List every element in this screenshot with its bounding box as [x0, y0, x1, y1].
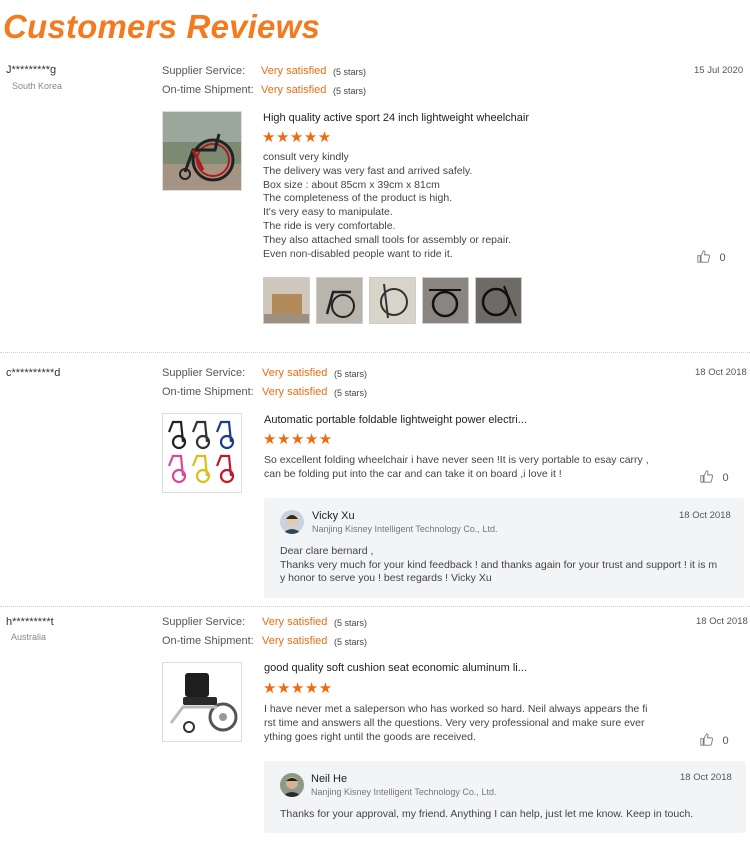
- reply-line: Thanks for your approval, my friend. Any…: [280, 808, 694, 820]
- reply-text: Dear clare bernard , Thanks very much fo…: [280, 545, 717, 586]
- rating-stars: ★★★★★: [263, 680, 333, 697]
- review-line: It's very easy to manipulate.: [263, 206, 393, 219]
- shipment-stars: (5 stars): [334, 637, 368, 647]
- shipment-value: Very satisfied: [261, 84, 327, 96]
- review-photo[interactable]: [263, 277, 310, 324]
- supplier-reply: Neil He Nanjing Kisney Intelligent Techn…: [264, 761, 746, 833]
- review-photo[interactable]: [369, 277, 416, 324]
- product-thumbnail[interactable]: [162, 662, 242, 742]
- supplier-service-stars: (5 stars): [334, 618, 368, 628]
- review-line: consult very kindly: [263, 151, 349, 163]
- product-title[interactable]: High quality active sport 24 inch lightw…: [263, 112, 529, 124]
- review-line: I have never met a saleperson who has wo…: [264, 703, 648, 715]
- shipment-label: On-time Shipment:: [162, 635, 254, 647]
- review-text: So excellent folding wheelchair i have n…: [264, 454, 649, 482]
- shipment-label: On-time Shipment:: [162, 386, 254, 398]
- page-title: Customers Reviews: [3, 8, 321, 45]
- reply-company: Nanjing Kisney Intelligent Technology Co…: [311, 787, 497, 797]
- rating-stars: ★★★★★: [262, 129, 332, 146]
- review-line: So excellent folding wheelchair i have n…: [264, 454, 649, 466]
- supplier-service-label: Supplier Service:: [162, 65, 246, 77]
- supplier-service-value: Very satisfied: [261, 65, 327, 77]
- shipment-value: Very satisfied: [262, 635, 328, 647]
- supplier-service-label: Supplier Service:: [162, 367, 246, 379]
- supplier-reply: Vicky Xu Nanjing Kisney Intelligent Tech…: [264, 498, 744, 598]
- reply-company: Nanjing Kisney Intelligent Technology Co…: [312, 524, 498, 534]
- reply-date: 18 Oct 2018: [680, 772, 732, 783]
- review-line: can be folding put into the car and can …: [264, 467, 562, 480]
- review-text: consult very kindly The delivery was ver…: [263, 151, 511, 261]
- review-photo[interactable]: [475, 277, 522, 324]
- reply-date: 18 Oct 2018: [679, 510, 731, 521]
- thumbs-up-icon: [697, 250, 710, 263]
- reply-line: y honor to serve you ! best regards ! Vi…: [280, 572, 492, 585]
- review-photo[interactable]: [316, 277, 363, 324]
- reply-line: Thanks very much for your kind feedback …: [280, 558, 718, 571]
- divider: [0, 352, 750, 353]
- like-button[interactable]: 0: [700, 468, 729, 486]
- like-button[interactable]: 0: [697, 248, 726, 266]
- reply-text: Thanks for your approval, my friend. Any…: [280, 808, 693, 822]
- reply-line: Dear clare bernard ,: [280, 545, 374, 557]
- review-line: ything goes right until the goods are re…: [264, 730, 476, 743]
- review-line: They also attached small tools for assem…: [263, 233, 512, 246]
- review-date: 18 Oct 2018: [696, 616, 748, 627]
- like-count: 0: [722, 735, 729, 747]
- reply-author: Vicky Xu: [312, 510, 355, 522]
- review-line: Box size : about 85cm x 39cm x 81cm: [263, 178, 440, 191]
- like-count: 0: [719, 252, 726, 264]
- shipment-value: Very satisfied: [262, 386, 328, 398]
- review-line: The ride is very comfortable.: [263, 219, 396, 232]
- review-line: The delivery was very fast and arrived s…: [263, 164, 473, 177]
- shipment-stars: (5 stars): [334, 388, 368, 398]
- supplier-service-stars: (5 stars): [334, 369, 368, 379]
- product-title[interactable]: good quality soft cushion seat economic …: [264, 662, 527, 674]
- product-thumbnail[interactable]: [162, 413, 242, 493]
- review-date: 15 Jul 2020: [694, 65, 744, 76]
- like-button[interactable]: 0: [700, 731, 729, 749]
- reviewer-name: h*********t: [6, 616, 54, 628]
- thumbs-up-icon: [700, 733, 713, 746]
- divider: [0, 606, 750, 607]
- supplier-service-label: Supplier Service:: [162, 616, 246, 628]
- review-photo[interactable]: [422, 277, 469, 324]
- review-line: rst time and answers all the questions. …: [264, 716, 645, 729]
- shipment-stars: (5 stars): [333, 86, 367, 96]
- review-text: I have never met a saleperson who has wo…: [264, 703, 647, 744]
- review-date: 18 Oct 2018: [695, 367, 747, 378]
- shipment-label: On-time Shipment:: [162, 84, 254, 96]
- review-line: Even non-disabled people want to ride it…: [263, 247, 453, 260]
- like-count: 0: [722, 472, 729, 484]
- avatar: [280, 510, 304, 534]
- supplier-service-value: Very satisfied: [262, 367, 328, 379]
- reviewer-country: South Korea: [12, 81, 63, 91]
- review-line: The completeness of the product is high.: [263, 192, 453, 205]
- thumbs-up-icon: [700, 470, 713, 483]
- avatar: [280, 773, 304, 797]
- product-title[interactable]: Automatic portable foldable lightweight …: [264, 414, 527, 426]
- reviewer-name: J*********g: [6, 64, 57, 76]
- supplier-service-stars: (5 stars): [333, 67, 367, 77]
- rating-stars: ★★★★★: [263, 431, 333, 448]
- reviewer-country: Australia: [11, 632, 47, 642]
- reviewer-name: c**********d: [6, 367, 61, 379]
- supplier-service-value: Very satisfied: [262, 616, 328, 628]
- reply-author: Neil He: [311, 773, 348, 785]
- product-thumbnail[interactable]: [162, 111, 242, 191]
